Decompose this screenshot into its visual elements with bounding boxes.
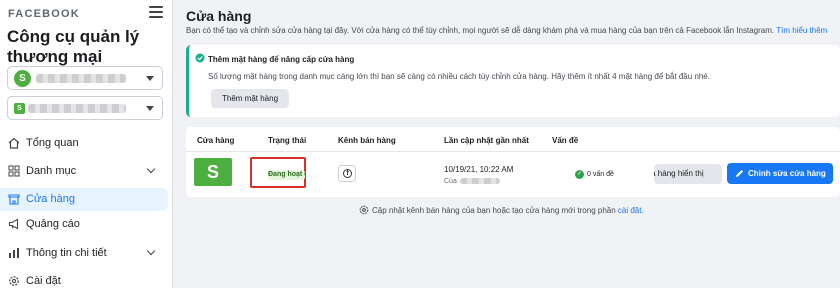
sidebar-item-shops[interactable]: Cửa hàng [0,188,168,211]
issues-count: 0 vấn đề [587,171,614,178]
shops-table: Cửa hàng Trạng thái Kênh bán hàng Lần cậ… [186,127,840,197]
upgrade-notice: Thêm mặt hàng để nâng cấp cửa hàng Số lư… [186,45,840,117]
check-circle-icon: ✓ [575,170,584,179]
column-header-channel: Kênh bán hàng [338,136,396,145]
page-description: Bạn có thể tạo và chỉnh sửa cửa hàng tại… [186,26,827,35]
account-selector[interactable]: S [7,66,163,90]
sidebar-item-label: Thông tin chi tiết [26,247,107,259]
sidebar-item-label: Danh mục [26,165,77,177]
sidebar-item-catalog[interactable]: Danh mục [0,160,168,183]
bar-chart-icon [9,248,19,258]
sidebar-item-label: Quảng cáo [26,218,80,230]
sidebar-item-overview[interactable]: Tổng quan [0,132,168,155]
notice-text: Số lượng mặt hàng trong danh mục càng lớ… [208,72,710,81]
account-name-redacted [36,74,126,83]
column-header-shop: Cửa hàng [197,136,235,145]
footer-note-text: Cập nhật kênh bán hàng của bạn hoặc tạo … [372,206,618,215]
sidebar-item-label: Cài đặt [26,275,61,287]
app-title: Công cụ quản lý thương mại [7,27,140,66]
edit-shop-button[interactable]: Chỉnh sửa cửa hàng [727,163,833,184]
add-items-button[interactable]: Thêm mặt hàng [211,89,289,108]
info-check-icon [195,53,205,63]
status-text: Đang hoạt động [268,171,305,178]
updated-by: Của [444,177,500,185]
pencil-icon [736,170,743,177]
status-badge: Đang hoạt động [268,170,305,180]
shop-name-redacted [28,104,126,113]
sidebar-item-label: Cửa hàng [26,193,75,205]
sidebar-item-ads[interactable]: Quảng cáo [0,213,168,236]
sidebar-item-settings[interactable]: Cài đặt [0,270,168,288]
chevron-down-icon [146,164,156,174]
store-icon [8,194,20,205]
sidebar-item-insights[interactable]: Thông tin chi tiết [0,242,168,265]
description-text: Bạn có thể tạo và chỉnh sửa cửa hàng tại… [186,26,777,35]
home-icon [8,137,20,149]
brand-logo: FACEBOOK [8,8,80,20]
shop-avatar: S [14,103,25,114]
learn-more-link[interactable]: Tìm hiểu thêm [776,26,827,35]
edit-shop-label: Chỉnh sửa cửa hàng [748,169,826,178]
gear-icon [359,205,369,215]
column-header-issues: Vấn đề [552,136,579,145]
column-header-status: Trạng thái [268,136,307,145]
hamburger-menu-icon[interactable] [149,6,163,18]
footer-note: Cập nhật kênh bán hàng của bạn hoặc tạo … [359,205,644,215]
gear-icon [9,276,19,286]
shop-thumbnail[interactable]: S [194,158,232,186]
settings-link[interactable]: cài đặt. [618,206,644,215]
account-avatar: S [14,70,31,87]
grid-icon [8,165,20,177]
sidebar-item-label: Tổng quan [26,137,79,149]
megaphone-icon [8,218,19,230]
chevron-down-icon [146,246,156,256]
facebook-channel-button[interactable]: f [338,165,356,182]
updated-by-name-redacted [459,178,500,184]
last-updated-date: 10/19/21, 10:22 AM [444,165,514,174]
updated-by-label: Của [444,178,457,185]
shop-visibility-button[interactable]: Cửa hàng hiển thị [654,164,722,184]
chevron-down-icon [146,76,154,81]
column-header-last-updated: Lần cập nhật gần nhất [444,136,529,145]
divider [186,151,840,152]
page-title: Cửa hàng [186,8,252,24]
sidebar: FACEBOOK Công cụ quản lý thương mại S S … [0,0,173,288]
chevron-down-icon [146,106,154,111]
shop-selector[interactable]: S [7,96,163,120]
facebook-icon: f [343,169,352,178]
notice-title: Thêm mặt hàng để nâng cấp cửa hàng [208,55,355,64]
